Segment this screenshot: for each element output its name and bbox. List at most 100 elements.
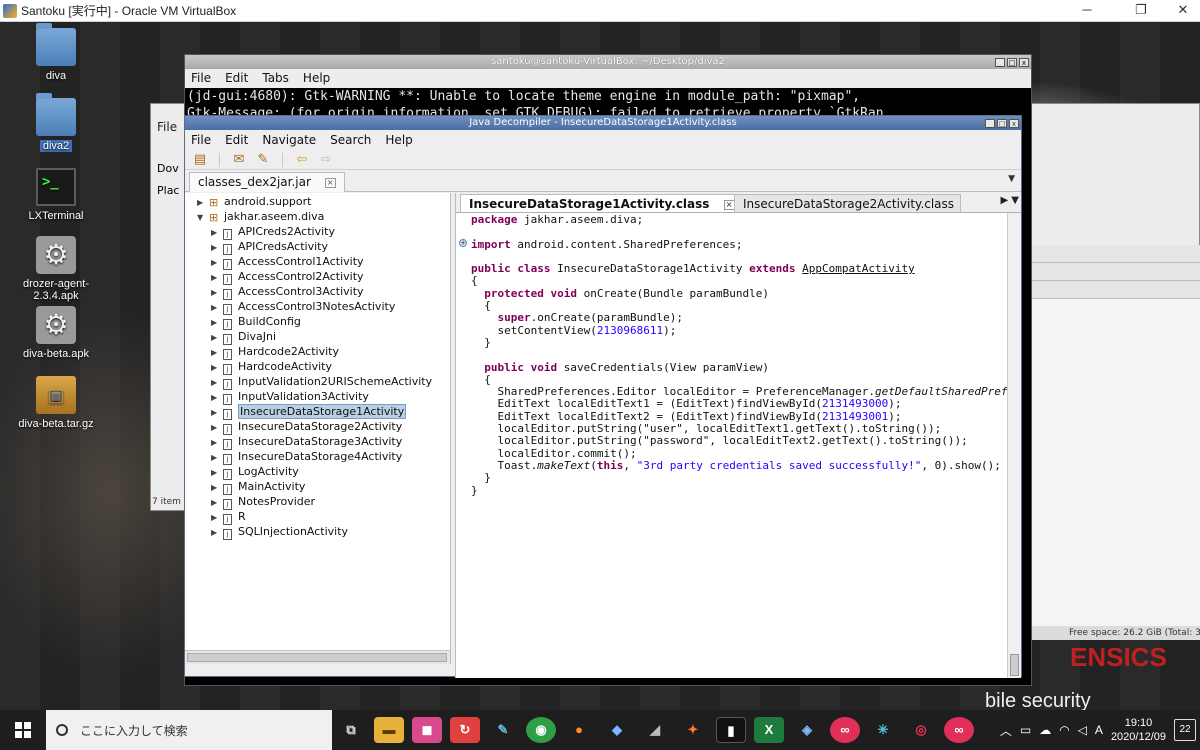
- tree-class-item[interactable]: ▶ J LogActivity: [211, 464, 299, 480]
- minimize-button[interactable]: _: [995, 57, 1005, 67]
- menu-help[interactable]: Help: [385, 130, 412, 150]
- tree-class-item[interactable]: ▶ J BuildConfig: [211, 314, 301, 330]
- code-vertical-scrollbar[interactable]: [1007, 213, 1021, 678]
- start-button[interactable]: [0, 710, 46, 750]
- clock[interactable]: 19:10 2020/12/09: [1111, 716, 1166, 744]
- task-view-icon[interactable]: ⧉: [336, 717, 366, 743]
- menu-file[interactable]: File: [191, 130, 211, 150]
- expand-arrow-icon[interactable]: ▶: [211, 390, 223, 405]
- tree-package-android-support[interactable]: ▶ ⊞ android.support: [197, 194, 311, 209]
- chrome-icon[interactable]: ◉: [526, 717, 556, 743]
- forward-arrow-icon[interactable]: ⇨: [317, 152, 335, 167]
- notification-badge[interactable]: 22: [1174, 719, 1196, 741]
- tree-class-item[interactable]: ▶ J DivaJni: [211, 329, 276, 345]
- expand-arrow-icon[interactable]: ▶: [211, 345, 223, 360]
- app-sync-icon[interactable]: ↻: [450, 717, 480, 743]
- tray-chevron-icon[interactable]: ︿: [1000, 722, 1012, 739]
- tree-package-jakhar[interactable]: ▼ ⊞ jakhar.aseem.diva: [197, 209, 324, 224]
- expand-arrow-icon[interactable]: ▶: [211, 270, 223, 285]
- terminal-menu-tabs[interactable]: Tabs: [262, 69, 289, 88]
- menu-edit[interactable]: Edit: [225, 130, 248, 150]
- expand-arrow-icon[interactable]: ▶: [211, 525, 223, 540]
- file-explorer-icon[interactable]: ▬: [374, 717, 404, 743]
- restore-button[interactable]: ❐: [1118, 0, 1164, 22]
- app-ring-icon[interactable]: ◎: [906, 717, 936, 743]
- file-manager-menu-file[interactable]: File: [157, 120, 177, 134]
- close-button[interactable]: ✕: [1160, 0, 1200, 22]
- expand-arrow-icon[interactable]: ▶: [211, 480, 223, 495]
- terminal-taskbar-icon[interactable]: ▮: [716, 717, 746, 743]
- expand-arrow-icon[interactable]: ▶: [211, 510, 223, 525]
- tree-class-item[interactable]: ▶ J InsecureDataStorage4Activity: [211, 449, 402, 465]
- open-file-icon[interactable]: ▤: [191, 152, 209, 167]
- notes-icon[interactable]: ◆: [602, 717, 632, 743]
- collapse-arrow-icon[interactable]: ▼: [197, 210, 209, 225]
- app-red2-icon[interactable]: ∞: [944, 717, 974, 743]
- tree-class-item[interactable]: ▶ J APICreds2Activity: [211, 224, 335, 240]
- expand-arrow-icon[interactable]: ▶: [211, 465, 223, 480]
- fold-expand-icon[interactable]: +: [459, 239, 467, 247]
- close-tab-icon[interactable]: ×: [723, 199, 735, 210]
- slack-icon[interactable]: ✳: [868, 717, 898, 743]
- code-view[interactable]: + package jakhar.aseem.diva; import andr…: [456, 213, 1008, 678]
- terminal-menu-edit[interactable]: Edit: [225, 69, 248, 88]
- app-feather-icon[interactable]: ✎: [488, 717, 518, 743]
- tree-class-item[interactable]: ▶ J InsecureDataStorage3Activity: [211, 434, 402, 450]
- virtualbox-taskbar-icon[interactable]: ◈: [792, 717, 822, 743]
- battery-icon[interactable]: ▭: [1020, 723, 1031, 737]
- expand-arrow-icon[interactable]: ▶: [211, 225, 223, 240]
- tree-class-item[interactable]: ▶ J AccessControl3Activity: [211, 284, 364, 300]
- search-type-icon[interactable]: ✎: [254, 152, 272, 167]
- firefox-icon[interactable]: ●: [564, 717, 594, 743]
- expand-arrow-icon[interactable]: ▶: [211, 495, 223, 510]
- app-blue-icon[interactable]: ◢: [640, 717, 670, 743]
- editor-tab-active[interactable]: InsecureDataStorage1Activity.class ×: [460, 194, 742, 212]
- expand-arrow-icon[interactable]: ▶: [211, 405, 223, 420]
- expand-arrow-icon[interactable]: ▶: [211, 255, 223, 270]
- maximize-button[interactable]: □: [997, 118, 1007, 128]
- taskbar-search[interactable]: ここに入力して検索: [46, 710, 332, 750]
- close-tab-icon[interactable]: ×: [324, 177, 336, 188]
- onedrive-icon[interactable]: ☁: [1039, 723, 1051, 737]
- minimize-button[interactable]: ─: [1064, 0, 1110, 22]
- file-tab[interactable]: classes_dex2jar.jar ×: [189, 172, 345, 192]
- tree-class-item[interactable]: ▶ J SQLInjectionActivity: [211, 524, 348, 540]
- app-puzzle-icon[interactable]: ✦: [678, 717, 708, 743]
- file-manager-tab[interactable]: Dov: [157, 162, 179, 175]
- desktop-icon-diva2[interactable]: diva2: [6, 93, 106, 152]
- file-manager-places[interactable]: Plac: [157, 184, 179, 197]
- tree-class-item[interactable]: ▶ J InputValidation3Activity: [211, 389, 369, 405]
- expand-arrow-icon[interactable]: ▶: [211, 420, 223, 435]
- open-type-icon[interactable]: ✉: [230, 152, 248, 167]
- expand-arrow-icon[interactable]: ▶: [211, 330, 223, 345]
- tree-class-item[interactable]: ▶ J AccessControl3NotesActivity: [211, 299, 395, 315]
- maximize-button[interactable]: □: [1007, 57, 1017, 67]
- tree-horizontal-scrollbar[interactable]: [185, 650, 450, 664]
- tree-class-item[interactable]: ▶ J InputValidation2URISchemeActivity: [211, 374, 432, 390]
- terminal-menu-file[interactable]: File: [191, 69, 211, 88]
- minimize-button[interactable]: _: [985, 118, 995, 128]
- tree-class-item[interactable]: ▶ J InsecureDataStorage1Activity: [211, 404, 407, 420]
- menu-search[interactable]: Search: [330, 130, 371, 150]
- desktop-icon-drozer-apk[interactable]: ⚙ drozer-agent-2.3.4.apk: [6, 236, 106, 302]
- tree-class-item[interactable]: ▶ J HardcodeActivity: [211, 359, 332, 375]
- expand-arrow-icon[interactable]: ▶: [211, 435, 223, 450]
- back-arrow-icon[interactable]: ⇦: [293, 152, 311, 167]
- volume-icon[interactable]: ◁: [1078, 723, 1087, 737]
- desktop-icon-lxterminal[interactable]: >_ LXTerminal: [6, 168, 106, 222]
- expand-arrow-icon[interactable]: ▶: [211, 360, 223, 375]
- tree-class-item[interactable]: ▶ J AccessControl2Activity: [211, 269, 364, 285]
- app-pink-icon[interactable]: ◼: [412, 717, 442, 743]
- expand-arrow-icon[interactable]: ▶: [211, 285, 223, 300]
- excel-icon[interactable]: X: [754, 717, 784, 743]
- expand-arrow-icon[interactable]: ▶: [211, 315, 223, 330]
- tree-class-item[interactable]: ▶ J InsecureDataStorage2Activity: [211, 419, 402, 435]
- desktop-icon-diva-beta-apk[interactable]: ⚙ diva-beta.apk: [6, 306, 106, 360]
- tree-class-item[interactable]: ▶ J AccessControl1Activity: [211, 254, 364, 270]
- tab-scroll-arrows-icon[interactable]: ▶ ▼: [1000, 195, 1019, 206]
- ime-indicator[interactable]: A: [1095, 723, 1103, 737]
- expand-arrow-icon[interactable]: ▶: [211, 450, 223, 465]
- tree-class-item[interactable]: ▶ J Hardcode2Activity: [211, 344, 339, 360]
- tab-list-dropdown-icon[interactable]: ▼: [1008, 174, 1015, 184]
- desktop-icon-diva[interactable]: diva: [6, 23, 106, 82]
